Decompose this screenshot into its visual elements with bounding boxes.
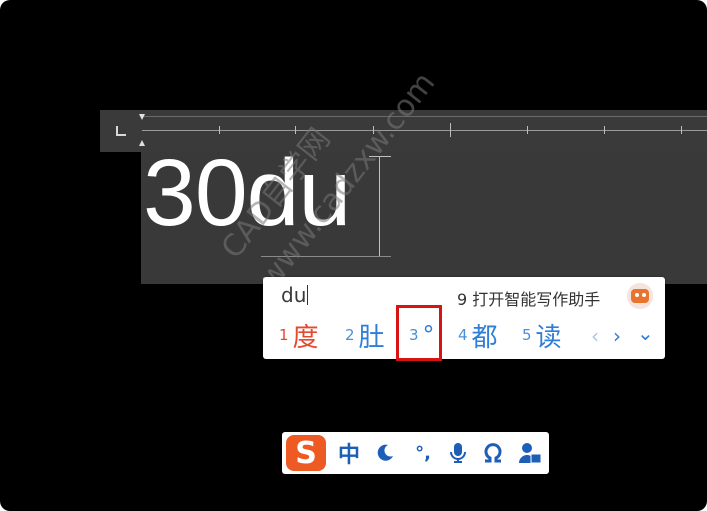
candidate-word: 肚 <box>358 322 385 353</box>
ime-composition: du <box>281 283 309 307</box>
moon-icon[interactable] <box>372 439 398 467</box>
candidate-number: 2 <box>345 326 355 344</box>
omega-icon[interactable] <box>480 439 506 467</box>
candidate-number: 5 <box>522 326 532 344</box>
mascot-eye <box>635 293 639 297</box>
ruler-tick <box>219 126 220 134</box>
prev-page-icon[interactable]: ‹ <box>591 324 599 348</box>
ruler-tick <box>527 126 528 134</box>
ime-composition-text: du <box>281 283 307 307</box>
next-page-icon[interactable]: › <box>613 324 621 348</box>
user-icon[interactable] <box>517 439 543 467</box>
candidate-5[interactable]: 5 读 <box>522 317 562 353</box>
ruler-baseline <box>142 130 707 131</box>
ruler-tick <box>604 126 605 134</box>
tab-type-icon[interactable] <box>116 126 126 136</box>
screen: 30du CAD自学网 www.cadzxw.com du 9 打开智能写作助手… <box>0 0 707 511</box>
candidate-1[interactable]: 1 度 <box>279 317 319 353</box>
candidate-word: 读 <box>535 322 562 353</box>
mascot-face <box>631 289 649 303</box>
ime-caret <box>307 285 309 305</box>
candidate-2[interactable]: 2 肚 <box>345 317 385 353</box>
ruler-tick-major <box>450 123 451 137</box>
microphone-glyph <box>450 443 466 463</box>
ime-toolbar: S 中 °, <box>282 432 549 474</box>
omega-glyph <box>484 443 502 463</box>
microphone-icon[interactable] <box>445 439 471 467</box>
moon-glyph <box>377 444 393 461</box>
user-glyph <box>519 443 542 464</box>
chinese-mode-toggle[interactable]: 中 <box>336 439 362 468</box>
candidate-word: 度 <box>292 322 319 353</box>
smart-writing-assistant-link[interactable]: 9 打开智能写作助手 <box>457 286 600 310</box>
candidate-word: 都 <box>471 322 498 353</box>
punctuation-toggle[interactable]: °, <box>410 439 436 467</box>
candidate-number: 4 <box>458 326 468 344</box>
expand-candidates-icon[interactable]: ⌄ <box>637 321 654 345</box>
mascot-eye <box>642 293 646 297</box>
assistant-mascot-icon[interactable] <box>627 283 653 309</box>
sogou-logo-icon[interactable]: S <box>286 435 326 471</box>
ime-candidate-window: du 9 打开智能写作助手 1 度 2 肚 3 ° 4 都 5 读 ‹ › ⌄ <box>263 277 665 361</box>
first-line-indent-marker[interactable] <box>139 114 145 120</box>
candidate-number: 1 <box>279 326 289 344</box>
candidate-4[interactable]: 4 都 <box>458 317 498 353</box>
candidate-highlight-box <box>396 305 442 361</box>
ruler-tick <box>681 126 682 134</box>
